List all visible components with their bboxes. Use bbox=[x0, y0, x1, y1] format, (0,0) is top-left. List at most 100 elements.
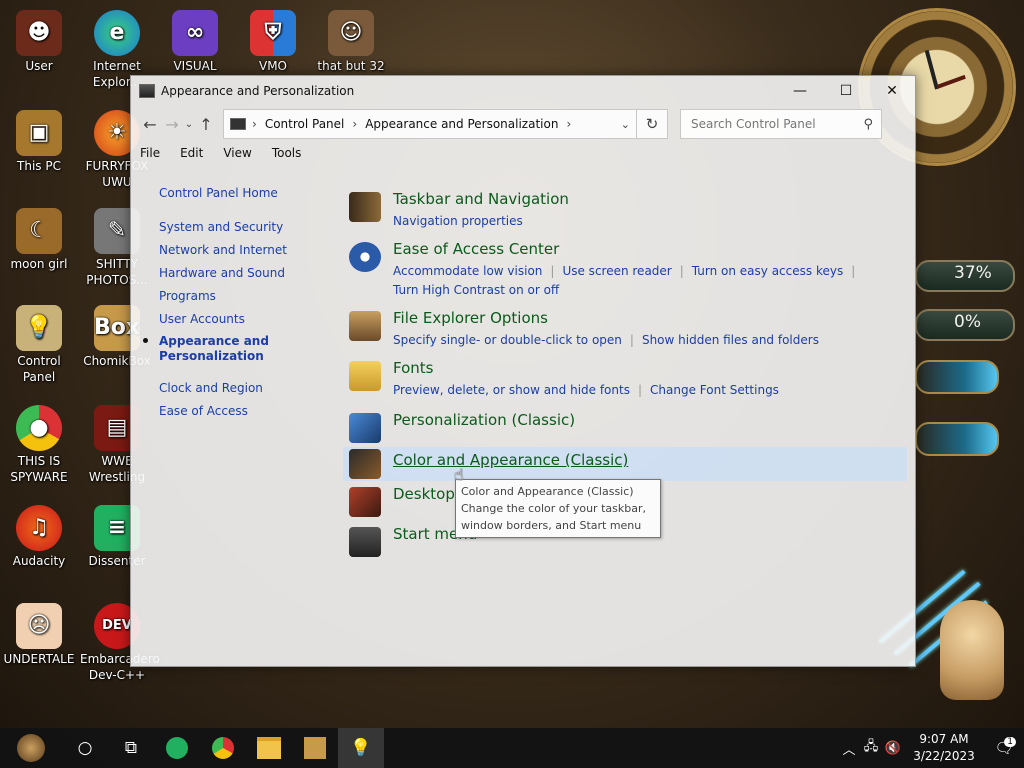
clock[interactable]: 9:07 AM 3/22/2023 bbox=[904, 731, 984, 765]
desktop-icon-visual[interactable]: ∞ VISUAL bbox=[158, 10, 232, 74]
desktop-icon-audacity[interactable]: ♫ Audacity bbox=[2, 505, 76, 569]
taskbar-chrome[interactable] bbox=[200, 728, 246, 768]
link-high-contrast[interactable]: Turn High Contrast on or off bbox=[393, 281, 559, 300]
tray-chevron-up-icon[interactable]: ︿ bbox=[838, 739, 860, 758]
link-hidden-files[interactable]: Show hidden files and folders bbox=[642, 331, 819, 350]
category-title-personalization[interactable]: Personalization (Classic) bbox=[393, 411, 907, 429]
menu-file[interactable]: File bbox=[140, 146, 160, 160]
breadcrumb-appearance[interactable]: Appearance and Personalization bbox=[365, 117, 558, 131]
taskbar-dissenter[interactable] bbox=[154, 728, 200, 768]
sidebar-item-appearance-active[interactable]: Appearance and Personalization bbox=[143, 334, 299, 380]
address-bar[interactable]: › Control Panel › Appearance and Persona… bbox=[223, 109, 637, 139]
breadcrumb-control-panel[interactable]: Control Panel bbox=[265, 117, 345, 131]
link-separator: | bbox=[637, 383, 643, 397]
title-bar[interactable]: Appearance and Personalization — ☐ ✕ bbox=[131, 76, 915, 106]
minimize-button[interactable]: — bbox=[777, 76, 823, 106]
search-button[interactable]: ○ bbox=[62, 728, 108, 768]
active-bullet bbox=[143, 338, 148, 343]
network-icon[interactable]: 🖧 bbox=[860, 737, 882, 759]
user-icon: ☻ bbox=[16, 10, 62, 56]
computer-icon: ▣ bbox=[16, 110, 62, 156]
forward-arrow-icon[interactable]: → bbox=[161, 115, 183, 134]
system-tray: ︿ 🖧 🔇 9:07 AM 3/22/2023 🗨 1 bbox=[838, 728, 1024, 768]
desktop-icon-control-panel[interactable]: 💡 Control Panel bbox=[2, 305, 76, 385]
desktop-icon-user[interactable]: ☻ User bbox=[2, 10, 76, 74]
sidebar-item-clock-region[interactable]: Clock and Region bbox=[159, 380, 299, 403]
up-arrow-icon[interactable]: ↑ bbox=[195, 115, 217, 134]
refresh-icon[interactable]: ↻ bbox=[637, 109, 668, 139]
desktop-icon-vmo[interactable]: ⛨ VMO bbox=[236, 10, 310, 74]
link-screen-reader[interactable]: Use screen reader bbox=[562, 262, 671, 281]
control-panel-icon bbox=[139, 84, 155, 98]
sidebar-control-panel-home[interactable]: Control Panel Home bbox=[159, 186, 299, 202]
task-view-icon: ⧉ bbox=[124, 738, 138, 758]
link-easy-access-keys[interactable]: Turn on easy access keys bbox=[692, 262, 843, 281]
color-appearance-icon bbox=[349, 449, 381, 479]
desktop-icon-this-pc[interactable]: ▣ This PC bbox=[2, 110, 76, 174]
category-personalization: Personalization (Classic) bbox=[347, 411, 907, 447]
sidebar-item-hardware-sound[interactable]: Hardware and Sound bbox=[159, 265, 299, 288]
category-title-color[interactable]: Color and Appearance (Classic) bbox=[393, 447, 907, 469]
taskbar-control-panel[interactable]: 💡 bbox=[338, 728, 384, 768]
sidebar-item-ease-of-access[interactable]: Ease of Access bbox=[159, 403, 299, 426]
sidebar: Control Panel Home System and Security N… bbox=[143, 186, 299, 426]
back-arrow-icon[interactable]: ← bbox=[139, 115, 161, 134]
audacity-icon: ♫ bbox=[16, 505, 62, 551]
sidebar-item-network-internet[interactable]: Network and Internet bbox=[159, 242, 299, 265]
category-title-ease[interactable]: Ease of Access Center bbox=[393, 240, 907, 258]
search-input[interactable]: Search Control Panel ⚲ bbox=[680, 109, 882, 139]
category-file-explorer: File Explorer Options Specify single- or… bbox=[347, 309, 907, 359]
desktop-icon-that-but-32[interactable]: ☺ that but 32 bbox=[314, 10, 388, 74]
close-button[interactable]: ✕ bbox=[869, 76, 915, 106]
sidebar-item-programs[interactable]: Programs bbox=[159, 288, 299, 311]
chrome-icon: ● bbox=[16, 405, 62, 451]
tooltip-title: Color and Appearance (Classic) bbox=[461, 485, 634, 498]
ram-gauge-value: 0% bbox=[954, 312, 981, 332]
notification-center-button[interactable]: 🗨 1 bbox=[984, 737, 1024, 757]
chrome-icon bbox=[212, 737, 234, 759]
address-dropdown-icon[interactable]: ⌄ bbox=[621, 118, 630, 131]
search-icon: ⚲ bbox=[863, 116, 873, 132]
maximize-button[interactable]: ☐ bbox=[823, 76, 869, 106]
desktop-icon-moon-girl[interactable]: ☾ moon girl bbox=[2, 208, 76, 272]
category-color-appearance: Color and Appearance (Classic) bbox=[343, 447, 907, 481]
steampunk-start-icon bbox=[17, 734, 45, 762]
taskbar-icon bbox=[349, 192, 381, 222]
link-navigation-properties[interactable]: Navigation properties bbox=[393, 212, 523, 231]
category-fonts: Fonts Preview, delete, or show and hide … bbox=[347, 359, 907, 411]
start-button[interactable] bbox=[0, 728, 62, 768]
taskbar: ○ ⧉ 💡 ︿ 🖧 🔇 9:07 AM 3/22/2023 🗨 1 bbox=[0, 728, 1024, 768]
sidebar-item-system-security[interactable]: System and Security bbox=[159, 219, 299, 242]
link-preview-fonts[interactable]: Preview, delete, or show and hide fonts bbox=[393, 381, 630, 400]
shield-icon: ⛨ bbox=[250, 10, 296, 56]
menu-edit[interactable]: Edit bbox=[180, 146, 203, 160]
book-icon: ☾ bbox=[16, 208, 62, 254]
category-title-explorer[interactable]: File Explorer Options bbox=[393, 309, 907, 327]
sidebar-item-user-accounts[interactable]: User Accounts bbox=[159, 311, 299, 334]
link-accommodate-low-vision[interactable]: Accommodate low vision bbox=[393, 262, 542, 281]
category-title-fonts[interactable]: Fonts bbox=[393, 359, 907, 377]
link-separator: | bbox=[550, 264, 555, 278]
desktop-icon-chrome[interactable]: ● THIS IS SPYWARE bbox=[2, 405, 76, 485]
recent-locations-chevron-icon[interactable]: ⌄ bbox=[183, 119, 195, 130]
decor-tube bbox=[915, 360, 999, 394]
category-title-taskbar[interactable]: Taskbar and Navigation bbox=[393, 190, 907, 208]
link-single-double-click[interactable]: Specify single- or double-click to open bbox=[393, 331, 622, 350]
menu-bar: File Edit View Tools bbox=[131, 142, 915, 164]
link-change-font-settings[interactable]: Change Font Settings bbox=[650, 381, 779, 400]
task-view-button[interactable]: ⧉ bbox=[108, 728, 154, 768]
hamster-icon bbox=[940, 600, 1004, 700]
taskbar-file-explorer[interactable] bbox=[246, 728, 292, 768]
menu-tools[interactable]: Tools bbox=[272, 146, 302, 160]
taskbar-chomikbox[interactable] bbox=[292, 728, 338, 768]
desktop-icon-undertale[interactable]: ☹ UNDERTALE bbox=[2, 603, 76, 667]
volume-muted-icon[interactable]: 🔇 bbox=[882, 741, 904, 756]
control-panel-window: Appearance and Personalization — ☐ ✕ ← →… bbox=[130, 75, 916, 667]
breadcrumb-chevron-icon[interactable]: › bbox=[352, 117, 357, 131]
menu-view[interactable]: View bbox=[223, 146, 251, 160]
control-panel-folder-icon bbox=[230, 118, 246, 130]
hand-cursor-icon: ☝ bbox=[454, 465, 464, 484]
breadcrumb-chevron-icon[interactable]: › bbox=[566, 117, 571, 131]
notification-count: 1 bbox=[1004, 737, 1016, 747]
circle-search-icon: ○ bbox=[77, 738, 93, 758]
